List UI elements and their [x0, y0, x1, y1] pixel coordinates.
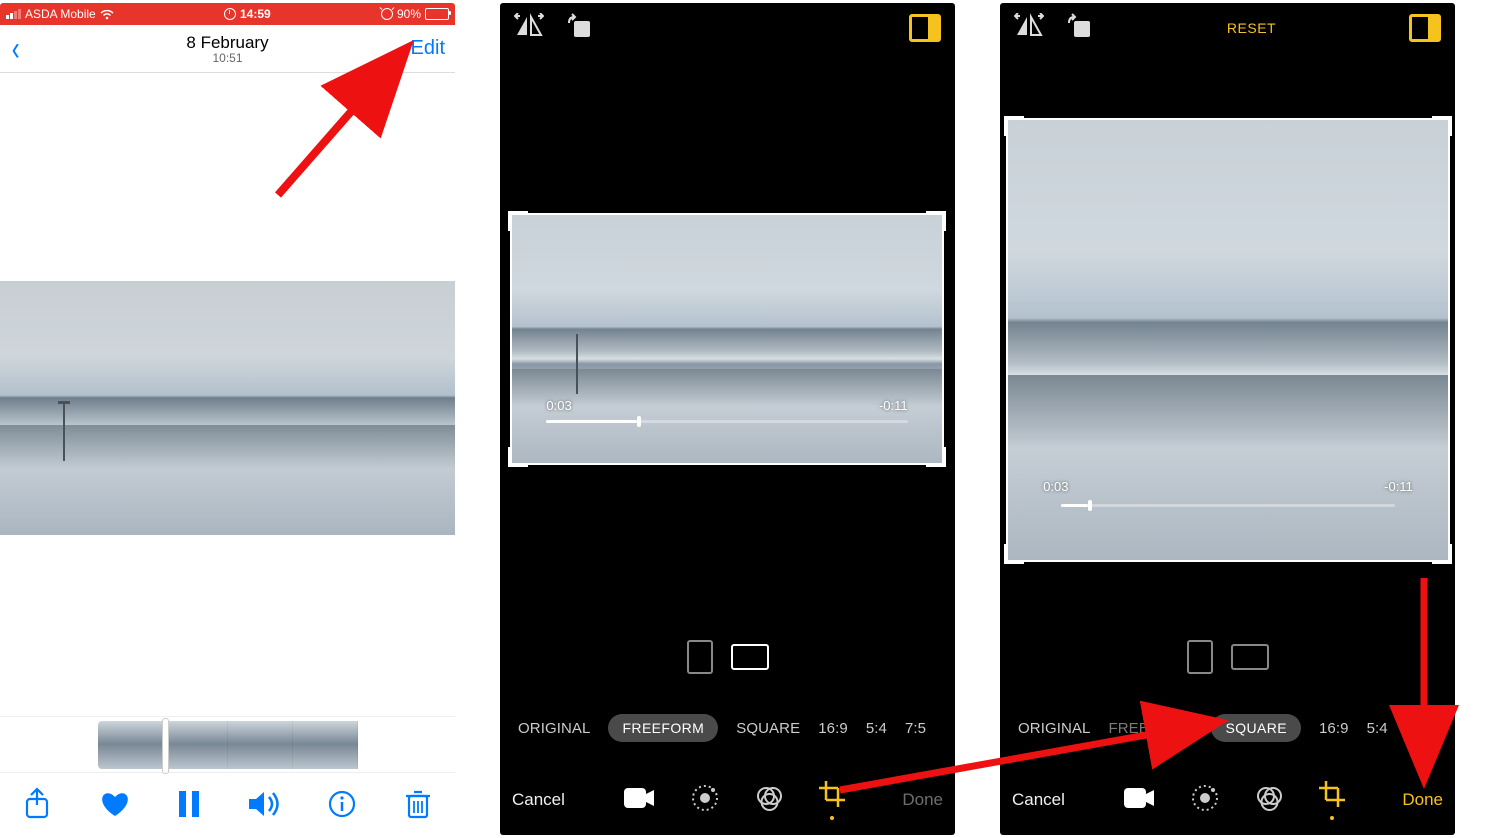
bottom-bar: Cancel Done [1000, 765, 1455, 835]
status-bar: ASDA Mobile 14:59 90% [0, 3, 455, 25]
rotate-icon[interactable] [1066, 13, 1094, 44]
bottom-toolbar [0, 773, 455, 835]
status-right: 90% [381, 7, 449, 21]
time-remaining: -0:11 [1384, 479, 1413, 494]
status-time: 14:59 [240, 7, 271, 21]
video-content [1008, 120, 1448, 560]
status-left: ASDA Mobile [6, 7, 114, 21]
adjust-icon[interactable] [1191, 784, 1219, 817]
crop-icon[interactable] [819, 781, 845, 820]
top-left [1014, 13, 1094, 44]
top-bar [500, 3, 955, 53]
ratio-square[interactable]: SQUARE [736, 720, 800, 737]
ratio-5-4[interactable]: 5:4 [1367, 720, 1388, 737]
video-preview[interactable] [0, 281, 455, 535]
portrait-option[interactable] [1187, 640, 1213, 674]
top-bar: RESET [1000, 3, 1455, 53]
time-elapsed: 0:03 [546, 398, 571, 413]
rotate-icon[interactable] [566, 13, 594, 44]
nav-bar: ‹ 8 February 10:51 Edit [0, 25, 455, 73]
tool-row [623, 781, 845, 820]
recording-icon [224, 8, 236, 20]
timeline-thumb[interactable] [293, 721, 358, 769]
filters-icon[interactable] [1255, 784, 1283, 817]
ratio-original[interactable]: ORIGINAL [1018, 720, 1090, 737]
photo-date: 8 February [0, 33, 455, 53]
volume-icon[interactable] [247, 790, 281, 818]
video-progress[interactable] [546, 420, 907, 423]
orientation-toggle [500, 639, 955, 675]
done-button[interactable]: Done [902, 790, 943, 810]
ratio-original[interactable]: ORIGINAL [518, 720, 590, 737]
done-button[interactable]: Done [1402, 790, 1443, 810]
wifi-icon [100, 9, 114, 19]
bottom-bar: Cancel Done [500, 765, 955, 835]
ratio-row: ORIGINAL FREEFORM SQUARE 16:9 5:4 7:5 [500, 708, 955, 748]
landscape-option[interactable] [731, 644, 769, 670]
signal-icon [6, 9, 21, 19]
carrier: ASDA Mobile [25, 7, 96, 21]
timeline-thumb[interactable] [98, 721, 163, 769]
video-tab-icon[interactable] [623, 787, 655, 814]
video-times: 0:03 -0:11 [1043, 479, 1413, 494]
timeline[interactable] [0, 716, 455, 773]
video-content [512, 215, 942, 463]
cancel-button[interactable]: Cancel [512, 790, 565, 810]
video-progress[interactable] [1061, 504, 1395, 507]
aspect-button[interactable] [1409, 14, 1441, 42]
ratio-7-5[interactable]: 7:5 [1406, 720, 1427, 737]
ratio-16-9[interactable]: 16:9 [1319, 720, 1349, 737]
nav-title-group: 8 February 10:51 [0, 33, 455, 65]
battery-pct: 90% [397, 7, 421, 21]
crop-icon[interactable] [1319, 781, 1345, 820]
phone-1: ASDA Mobile 14:59 90% ‹ 8 February 10:51… [0, 3, 455, 835]
ratio-freeform[interactable]: FREEFORM [608, 714, 718, 742]
heart-icon[interactable] [98, 789, 132, 819]
filters-icon[interactable] [755, 784, 783, 817]
reset-button[interactable]: RESET [1227, 20, 1276, 36]
video-tab-icon[interactable] [1123, 787, 1155, 814]
phone-2: 0:03 -0:11 ORIGINAL FREEFORM SQUARE 16:9… [500, 3, 955, 835]
battery-icon [425, 8, 449, 20]
ratio-square[interactable]: SQUARE [1211, 714, 1301, 742]
portrait-option[interactable] [687, 640, 713, 674]
ratio-freeform[interactable]: FREEFORM [1108, 720, 1193, 737]
status-center: 14:59 [224, 7, 271, 21]
trash-icon[interactable] [404, 788, 432, 820]
crop-frame[interactable]: 0:03 -0:11 [510, 213, 944, 465]
ratio-16-9[interactable]: 16:9 [818, 720, 848, 737]
ratio-row: ORIGINAL FREEFORM SQUARE 16:9 5:4 7:5 [1000, 708, 1455, 748]
top-left [514, 13, 594, 44]
flip-icon[interactable] [514, 13, 544, 44]
ratio-7-5[interactable]: 7:5 [905, 720, 926, 737]
time-remaining: -0:11 [879, 398, 908, 413]
info-icon[interactable] [327, 789, 357, 819]
phone-3: RESET 0:03 -0:11 ORIGINAL FREEFORM SQUAR… [1000, 3, 1455, 835]
crop-frame[interactable]: 0:03 -0:11 [1006, 118, 1450, 562]
aspect-button[interactable] [909, 14, 941, 42]
timeline-thumb[interactable] [228, 721, 293, 769]
landscape-option[interactable] [1231, 644, 1269, 670]
ratio-5-4[interactable]: 5:4 [866, 720, 887, 737]
time-elapsed: 0:03 [1043, 479, 1068, 494]
pause-icon[interactable] [178, 790, 200, 818]
photo-time: 10:51 [0, 51, 455, 65]
orientation-toggle [1000, 639, 1455, 675]
alarm-icon [381, 8, 393, 20]
video-times: 0:03 -0:11 [546, 398, 907, 413]
share-icon[interactable] [23, 787, 51, 821]
flip-icon[interactable] [1014, 13, 1044, 44]
scrubber-handle[interactable] [162, 718, 169, 774]
adjust-icon[interactable] [691, 784, 719, 817]
timeline-thumb[interactable] [163, 721, 228, 769]
cancel-button[interactable]: Cancel [1012, 790, 1065, 810]
tool-row [1123, 781, 1345, 820]
